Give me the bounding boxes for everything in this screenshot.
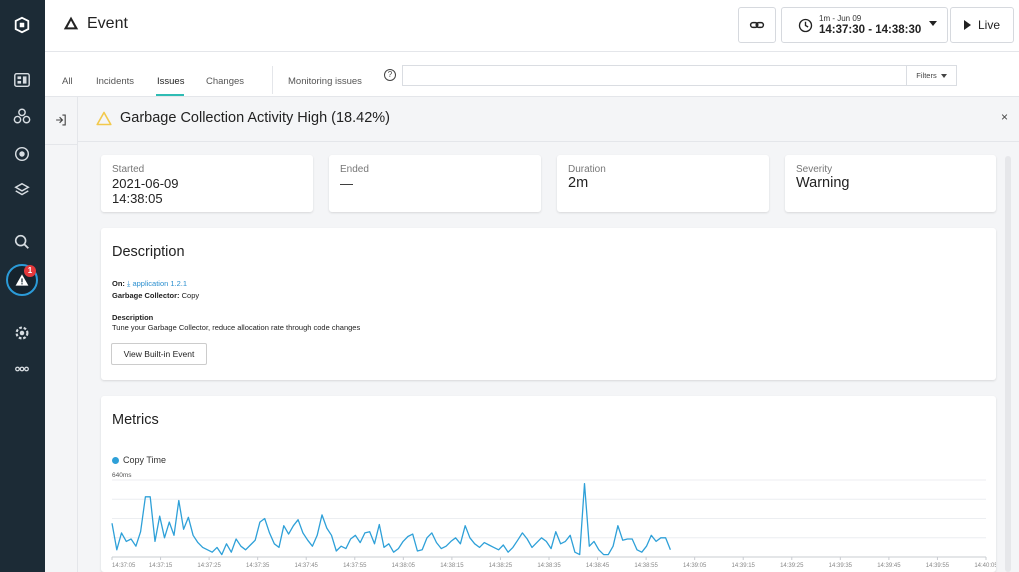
filters-dropdown[interactable]: Filters — [906, 66, 956, 85]
expand-panel-icon[interactable] — [54, 113, 68, 127]
stat-card-severity: Severity Warning — [785, 155, 996, 212]
gc-label: Garbage Collector: — [112, 291, 180, 300]
stat-card-duration: Duration 2m — [557, 155, 769, 212]
metrics-card: Metrics Copy Time 640ms 14:37:05 14:37:15… — [101, 396, 996, 572]
description-text: Tune your Garbage Collector, reduce allo… — [112, 323, 361, 332]
stat-card-ended: Ended — — [329, 155, 541, 212]
warning-icon — [96, 111, 112, 126]
x-tick-label: 14:39:35 — [829, 563, 853, 569]
clock-icon — [798, 18, 813, 33]
x-tick-label: 14:37:35 — [246, 563, 270, 569]
app-logo-icon[interactable] — [10, 13, 34, 37]
help-icon[interactable]: ? — [384, 69, 396, 81]
tab-all[interactable]: All — [62, 76, 73, 87]
collapsed-panel — [45, 97, 78, 572]
header: Event 1m - Jun 09 14:37:30 - 14:38:30 Li… — [45, 0, 1019, 52]
x-tick-label: 14:38:45 — [586, 563, 610, 569]
time-range-value: 14:37:30 - 14:38:30 — [819, 24, 922, 36]
x-tick-label: 14:39:45 — [877, 563, 901, 569]
layers-icon[interactable] — [10, 178, 34, 202]
stat-label: Ended — [340, 164, 369, 175]
view-built-in-event-button[interactable]: View Built-in Event — [111, 343, 207, 365]
x-tick-label: 14:38:55 — [634, 563, 658, 569]
description-card: Description On: ⤓ application 1.2.1 Garb… — [101, 228, 996, 380]
filters-label: Filters — [916, 71, 937, 80]
x-tick-label: 14:38:15 — [440, 563, 464, 569]
stat-label: Severity — [796, 164, 833, 175]
x-tick-label: 14:38:05 — [392, 563, 416, 569]
stat-card-started: Started 2021-06-09 14:38:05 — [101, 155, 313, 212]
x-tick-label: 14:37:55 — [343, 563, 367, 569]
application-link[interactable]: application 1.2.1 — [132, 279, 187, 288]
chevron-down-icon — [929, 21, 937, 26]
tab-incidents[interactable]: Incidents — [96, 76, 134, 87]
more-icon[interactable] — [10, 357, 34, 381]
event-title-bar: Garbage Collection Activity High (18.42%… — [78, 97, 1019, 142]
copy-link-button[interactable] — [738, 7, 776, 43]
cluster-icon[interactable] — [10, 104, 34, 128]
scrollbar[interactable] — [1005, 156, 1011, 572]
x-tick-label: 14:38:25 — [489, 563, 513, 569]
live-label: Live — [977, 18, 1000, 32]
search-icon[interactable] — [10, 230, 34, 254]
description-heading: Description — [112, 244, 185, 260]
stat-value: 2m — [568, 175, 589, 191]
x-tick-label: 14:37:45 — [295, 563, 319, 569]
services-icon[interactable] — [10, 142, 34, 166]
on-row: On: ⤓ application 1.2.1 — [112, 279, 187, 289]
play-icon — [963, 20, 971, 30]
stat-label: Started — [112, 164, 145, 175]
close-icon[interactable]: × — [1001, 110, 1008, 124]
event-warning-icon — [63, 16, 79, 30]
x-tick-label: 14:39:25 — [780, 563, 804, 569]
description-subtitle: Description — [112, 313, 154, 322]
search-input[interactable]: Filters — [402, 65, 957, 86]
x-tick-label: 14:37:15 — [149, 563, 173, 569]
settings-icon[interactable] — [10, 321, 34, 345]
x-tick-label: 14:37:25 — [197, 563, 221, 569]
on-label: On: — [112, 279, 125, 288]
stat-label: Duration — [568, 164, 606, 175]
x-tick-label: 14:39:05 — [683, 563, 707, 569]
x-tick-label: 14:37:05 — [112, 563, 136, 569]
left-nav: 1 — [0, 0, 45, 572]
x-tick-label: 14:38:35 — [537, 563, 561, 569]
tab-issues[interactable]: Issues — [157, 76, 184, 87]
x-tick-label: 14:40:05 — [974, 563, 996, 569]
stat-value: Warning — [796, 175, 850, 191]
gc-row: Garbage Collector: Copy — [112, 291, 199, 300]
event-title: Garbage Collection Activity High (18.42%… — [120, 110, 390, 126]
chevron-down-icon — [940, 73, 947, 78]
time-range-label: 1m - Jun 09 — [819, 14, 862, 23]
gc-value: Copy — [181, 291, 200, 300]
stat-value: — — [340, 176, 353, 191]
page-title: Event — [87, 15, 128, 32]
stat-value-date: 2021-06-09 — [112, 176, 179, 191]
tab-divider — [272, 66, 273, 94]
download-icon: ⤓ — [127, 279, 131, 288]
panel-divider — [45, 144, 78, 145]
x-tick-label: 14:39:15 — [732, 563, 756, 569]
live-button[interactable]: Live — [950, 7, 1014, 43]
tabs-bar: All Incidents Issues Changes Monitoring … — [45, 52, 1019, 97]
tab-monitoring-issues[interactable]: Monitoring issues — [288, 76, 362, 87]
time-range-picker[interactable]: 1m - Jun 09 14:37:30 - 14:38:30 — [781, 7, 948, 43]
x-tick-label: 14:39:55 — [926, 563, 950, 569]
tab-changes[interactable]: Changes — [206, 76, 244, 87]
link-icon — [749, 21, 765, 29]
dashboard-icon[interactable] — [10, 68, 34, 92]
stat-value-time: 14:38:05 — [112, 191, 163, 206]
series-line-copy-time — [111, 482, 672, 556]
active-tab-indicator — [156, 94, 184, 96]
alert-count-badge: 1 — [24, 265, 36, 277]
metrics-chart: 14:37:05 14:37:15 14:37:25 14:37:35 14:37:45… — [111, 479, 996, 569]
